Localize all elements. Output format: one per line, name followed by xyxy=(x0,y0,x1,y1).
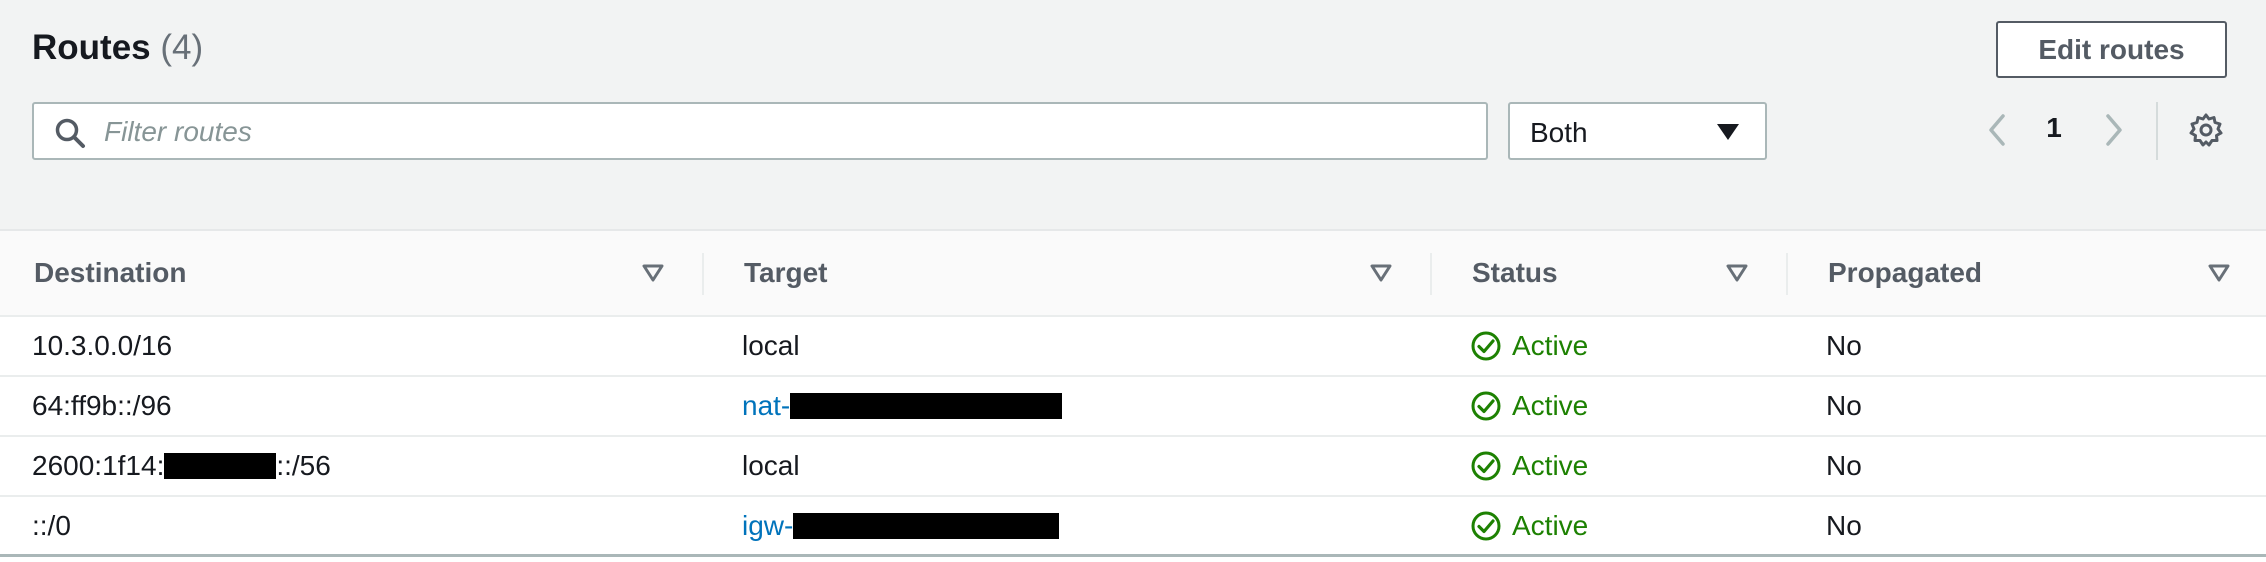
column-header-status[interactable]: Status xyxy=(1472,231,1558,315)
column-header-destination[interactable]: Destination xyxy=(34,231,186,315)
title-text: Routes xyxy=(32,28,151,67)
redacted-block xyxy=(793,513,1060,539)
sort-caret-icon[interactable] xyxy=(2208,263,2230,283)
status-text: Active xyxy=(1512,510,1589,541)
propagated-cell: No xyxy=(1826,390,1862,421)
edit-routes-button[interactable]: Edit routes xyxy=(1996,21,2227,78)
status-cell: Active xyxy=(1470,437,1588,495)
search-box[interactable] xyxy=(32,102,1488,160)
status-text: Active xyxy=(1512,450,1589,481)
filter-select-value: Both xyxy=(1530,117,1588,148)
propagated-cell: No xyxy=(1826,510,1862,541)
table-row: 2600:1f14:::/56 local Active No xyxy=(0,437,2266,497)
destination-cell: ::/0 xyxy=(32,510,71,541)
page-number[interactable]: 1 xyxy=(2036,112,2072,144)
filter-select[interactable]: Both xyxy=(1508,102,1767,160)
sort-caret-icon[interactable] xyxy=(1726,263,1748,283)
table-header: Destination Target Status Propagated xyxy=(0,231,2266,317)
sort-caret-icon[interactable] xyxy=(642,263,664,283)
table-row: ::/0 igw- Active No xyxy=(0,497,2266,557)
destination-cell: 10.3.0.0/16 xyxy=(32,330,173,361)
column-separator xyxy=(702,253,704,295)
gear-icon[interactable] xyxy=(2188,112,2224,148)
destination-prefix: 2600:1f14: xyxy=(32,450,165,481)
target-cell[interactable]: nat- xyxy=(742,377,1063,435)
column-header-target[interactable]: Target xyxy=(744,231,828,315)
check-circle-icon xyxy=(1471,391,1501,421)
table-row: 10.3.0.0/16 local Active No xyxy=(0,317,2266,377)
target-cell[interactable]: igw- xyxy=(742,497,1060,555)
pagination-divider xyxy=(2156,102,2158,160)
status-cell: Active xyxy=(1470,317,1588,375)
search-icon xyxy=(55,118,85,148)
target-cell: local xyxy=(742,330,800,361)
redacted-block xyxy=(164,453,277,479)
destination-suffix: ::/56 xyxy=(276,450,331,481)
check-circle-icon xyxy=(1471,511,1501,541)
route-count: (4) xyxy=(160,28,204,67)
chevron-right-icon[interactable] xyxy=(2098,108,2130,152)
column-separator xyxy=(1786,253,1788,295)
sort-caret-icon[interactable] xyxy=(1370,263,1392,283)
caret-down-icon xyxy=(1717,124,1739,140)
status-text: Active xyxy=(1512,330,1589,361)
propagated-cell: No xyxy=(1826,330,1862,361)
status-cell: Active xyxy=(1470,497,1588,555)
column-header-propagated[interactable]: Propagated xyxy=(1828,231,1982,315)
table-row: 64:ff9b::/96 nat- Active No xyxy=(0,377,2266,437)
propagated-cell: No xyxy=(1826,450,1862,481)
status-text: Active xyxy=(1512,390,1589,421)
check-circle-icon xyxy=(1471,331,1501,361)
target-cell: local xyxy=(742,450,800,481)
destination-cell: 2600:1f14:::/56 xyxy=(32,437,331,495)
destination-cell: 64:ff9b::/96 xyxy=(32,390,172,421)
routes-table: Destination Target Status Propagated 10.… xyxy=(0,231,2266,557)
redacted-block xyxy=(790,393,1063,419)
page-title: Routes (4) xyxy=(32,28,203,68)
routes-panel-header: Routes (4) Edit routes Both 1 xyxy=(0,0,2266,231)
search-input[interactable] xyxy=(102,104,1476,160)
target-link[interactable]: igw- xyxy=(742,510,793,542)
column-separator xyxy=(1430,253,1432,295)
status-cell: Active xyxy=(1470,377,1588,435)
chevron-left-icon[interactable] xyxy=(1981,108,2013,152)
target-link[interactable]: nat- xyxy=(742,390,790,422)
check-circle-icon xyxy=(1471,451,1501,481)
